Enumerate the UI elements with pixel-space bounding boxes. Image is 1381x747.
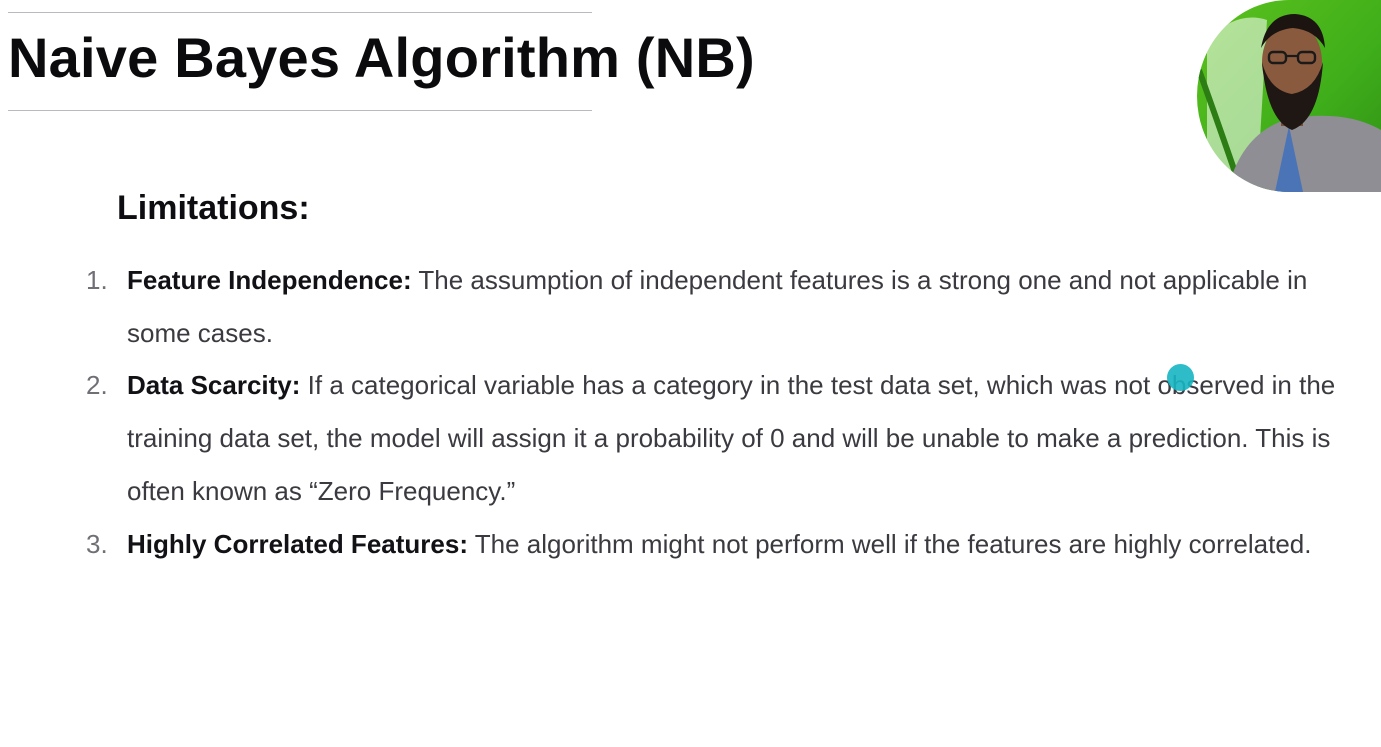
slide-title: Naive Bayes Algorithm (NB) <box>8 26 755 89</box>
list-number: 3. <box>86 528 108 559</box>
list-number: 2. <box>86 370 108 401</box>
list-number: 1. <box>86 265 108 295</box>
limitation-text: The algorithm might not perform well if … <box>474 528 1312 559</box>
title-top-rule <box>8 12 592 13</box>
limitation-body: Highly Correlated Features: The algorith… <box>127 518 1346 571</box>
limitation-body: Feature Independence: The assumption of … <box>127 254 1346 359</box>
limitations-heading: Limitations: <box>117 189 310 227</box>
limitation-term: Feature Independence: <box>127 265 412 295</box>
limitation-item-3: 3. Highly Correlated Features: The algor… <box>86 518 1346 571</box>
limitation-item-1: 1. Feature Independence: The assumption … <box>86 254 1346 359</box>
limitations-list: 1. Feature Independence: The assumption … <box>86 254 1346 570</box>
limitation-term: Highly Correlated Features: <box>127 528 468 559</box>
mouse-pointer-highlight <box>1167 364 1194 391</box>
limitation-body: Data Scarcity: If a categorical variable… <box>127 359 1346 517</box>
presenter-webcam <box>1197 0 1381 192</box>
presenter-avatar-icon <box>1197 0 1381 192</box>
limitation-text: If a categorical variable has a category… <box>127 370 1336 506</box>
limitation-item-2: 2. Data Scarcity: If a categorical varia… <box>86 359 1346 517</box>
limitation-term: Data Scarcity: <box>127 370 301 401</box>
title-bottom-rule <box>8 110 592 111</box>
